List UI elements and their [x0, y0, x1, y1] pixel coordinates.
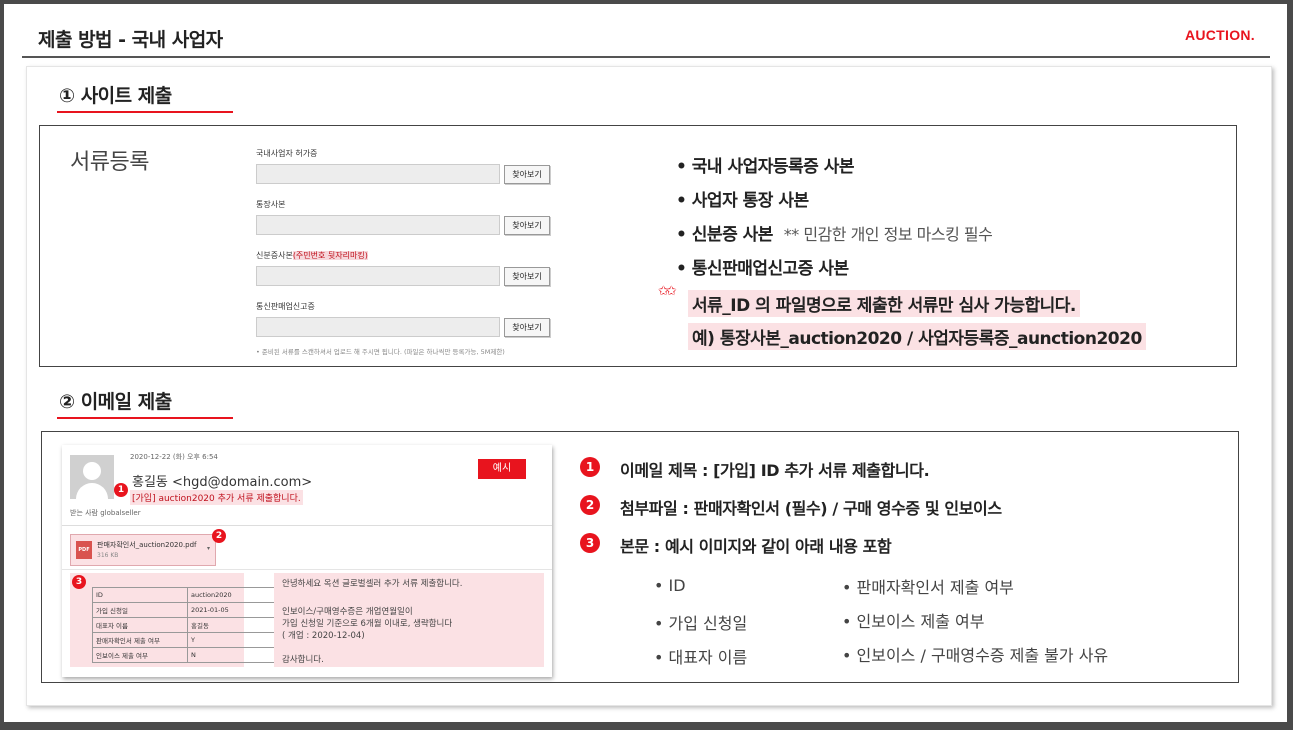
attachment[interactable]: PDF 판매자확인서_auction2020.pdf 316 KB ▾: [70, 534, 216, 566]
filename-rule-highlight: 서류_ID 의 파일명으로 제출한 서류만 심사 가능합니다.: [688, 290, 1080, 317]
site-submit-box: 서류등록 국내사업자 허가증 찾아보기 통장사본 찾아보기 신분증사본(주민번호…: [39, 125, 1237, 367]
email-divider-2: [62, 569, 552, 570]
table-key: 인보이스 제출 여부: [92, 647, 188, 663]
item-body: 본문 : 예시 이미지와 같이 아래 내용 포함: [620, 537, 892, 556]
item-number-2: 2: [580, 495, 600, 515]
business-license-input[interactable]: [256, 164, 500, 184]
content-item-signup-date: • 가입 신청일: [654, 614, 748, 633]
field-label-ecommerce-report: 통신판매업신고증: [256, 302, 315, 311]
table-row: 대표자 이름 홍길동: [92, 617, 275, 633]
example-badge: 예시: [478, 459, 526, 479]
email-body-line3: ( 개업 : 2020-12-04): [282, 631, 365, 641]
star-icon: ✩✩: [658, 284, 677, 299]
marker-2: 2: [212, 529, 226, 543]
table-row: 인보이스 제출 여부 N: [92, 647, 275, 663]
item-number-3: 3: [580, 533, 600, 553]
browse-button-3[interactable]: 찾아보기: [504, 267, 550, 286]
email-divider: [62, 525, 552, 526]
info-table: ID auction2020 가입 신청일 2021-01-05 대표자 이름 홍길동…: [92, 587, 275, 663]
section2-heading: ② 이메일 제출: [59, 391, 172, 413]
browse-button-4[interactable]: 찾아보기: [504, 318, 550, 337]
doc-register-label: 서류등록: [70, 150, 149, 175]
table-row: 가입 신청일 2021-01-05: [92, 602, 275, 618]
content-item-seller-confirm: • 판매자확인서 제출 여부: [842, 578, 1014, 597]
section2-underline: [57, 417, 233, 419]
bullet-bank-copy: • 사업자 통장 사본: [676, 191, 809, 211]
content-item-invoice-reason: • 인보이스 / 구매영수증 제출 불가 사유: [842, 646, 1109, 665]
upload-note: • 준비된 서류를 스캔하셔서 업로드 해 주시면 됩니다. (파일은 하나씩만…: [256, 348, 505, 356]
auction-logo: AUCTION.: [1184, 27, 1255, 43]
content-item-invoice: • 인보이스 제출 여부: [842, 612, 985, 631]
item-attachment: 첨부파일 : 판매자확인서 (필수) / 구매 영수증 및 인보이스: [620, 499, 1002, 518]
table-key: ID: [92, 587, 188, 603]
filename-example-highlight: 예) 통장사본_auction2020 / 사업자등록증_aunction202…: [688, 323, 1146, 350]
avatar-body: [76, 483, 108, 499]
email-date: 2020-12-22 (화) 오후 6:54: [130, 453, 218, 461]
marker-1: 1: [114, 483, 128, 497]
table-value: auction2020: [187, 587, 275, 603]
content-card: ① 사이트 제출 서류등록 국내사업자 허가증 찾아보기 통장사본 찾아보기 신…: [26, 66, 1272, 706]
id-card-label-text: 신분증사본: [256, 251, 293, 260]
bullet-id-copy-text: • 신분증 사본: [676, 225, 773, 245]
email-submit-box: 2020-12-22 (화) 오후 6:54 홍길동 <hgd@domain.c…: [41, 431, 1239, 683]
item-email-subject: 이메일 제목 : [가입] ID 추가 서류 제출합니다.: [620, 461, 930, 480]
table-row: ID auction2020: [92, 587, 275, 603]
email-greeting: 안녕하세요 옥션 글로벌셀러 추가 서류 제출합니다.: [282, 579, 463, 589]
email-recipient: 받는 사람 globalseller: [70, 509, 141, 517]
attachment-name: 판매자확인서_auction2020.pdf: [97, 541, 197, 549]
id-card-label-highlight: (주민번호 뒷자리마킹): [292, 251, 368, 260]
pdf-icon: PDF: [76, 541, 92, 559]
table-value: 2021-01-05: [187, 602, 275, 618]
bullet-business-registration: • 국내 사업자등록증 사본: [676, 157, 855, 177]
table-value: Y: [187, 632, 275, 648]
ecommerce-report-input[interactable]: [256, 317, 500, 337]
table-key: 판매자확인서 제출 여부: [92, 632, 188, 648]
table-row: 판매자확인서 제출 여부 Y: [92, 632, 275, 648]
table-key: 가입 신청일: [92, 602, 188, 618]
attachment-size: 316 KB: [97, 552, 119, 559]
bullet-id-copy: • 신분증 사본 ** 민감한 개인 정보 마스킹 필수: [676, 220, 993, 245]
title-divider: [22, 56, 1270, 58]
content-item-rep-name: • 대표자 이름: [654, 648, 748, 667]
section1-underline: [57, 111, 233, 113]
avatar-head: [83, 462, 101, 480]
slide: 제출 방법 - 국내 사업자 AUCTION. ① 사이트 제출 서류등록 국내…: [4, 4, 1287, 722]
email-body-line1: 인보이스/구매영수증은 개업연월일이: [282, 607, 413, 617]
email-example: 2020-12-22 (화) 오후 6:54 홍길동 <hgd@domain.c…: [62, 445, 552, 677]
field-label-bankbook: 통장사본: [256, 200, 286, 209]
table-value: N: [187, 647, 275, 663]
email-body-line2: 가입 신청일 기준으로 6개월 이내로, 생략합니다: [282, 619, 453, 629]
table-key: 대표자 이름: [92, 617, 188, 633]
masking-note: ** 민감한 개인 정보 마스킹 필수: [783, 225, 993, 244]
table-value: 홍길동: [187, 617, 275, 633]
browse-button-1[interactable]: 찾아보기: [504, 165, 550, 184]
field-label-business-license: 국내사업자 허가증: [256, 149, 318, 158]
avatar: [70, 455, 114, 499]
email-subject: [가입] auction2020 추가 서류 제출합니다.: [130, 490, 303, 505]
section1-heading: ① 사이트 제출: [59, 85, 172, 107]
bankbook-input[interactable]: [256, 215, 500, 235]
id-card-input[interactable]: [256, 266, 500, 286]
email-sender: 홍길동 <hgd@domain.com>: [132, 475, 313, 490]
page-title: 제출 방법 - 국내 사업자: [38, 29, 223, 51]
email-closing: 감사합니다.: [282, 655, 324, 665]
content-item-id: • ID: [654, 576, 686, 595]
field-label-id-card: 신분증사본(주민번호 뒷자리마킹): [256, 250, 368, 261]
marker-3: 3: [72, 575, 86, 589]
browse-button-2[interactable]: 찾아보기: [504, 216, 550, 235]
chevron-down-icon[interactable]: ▾: [207, 545, 210, 552]
item-number-1: 1: [580, 457, 600, 477]
bullet-ecommerce-copy: • 통신판매업신고증 사본: [676, 259, 849, 279]
